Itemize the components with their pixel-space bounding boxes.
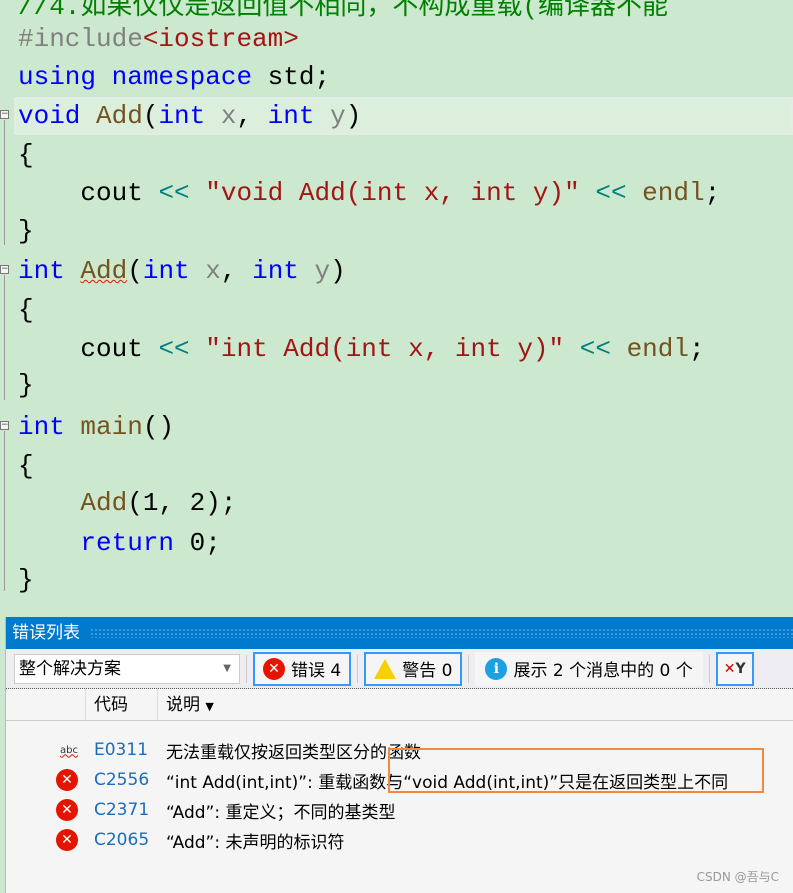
row-icon-cell: ✕ bbox=[6, 769, 86, 791]
code-line-return: return 0; bbox=[80, 528, 221, 558]
errors-label: 错误 4 bbox=[291, 661, 342, 681]
collapse-icon[interactable]: − bbox=[0, 265, 9, 274]
clear-filter-button[interactable]: ✕Y bbox=[715, 651, 754, 686]
row-icon-cell: ✕ bbox=[6, 799, 86, 821]
panel-title: 错误列表 bbox=[12, 623, 80, 643]
error-icon: ✕ bbox=[56, 799, 78, 821]
drag-grip[interactable] bbox=[90, 628, 793, 638]
watermark: CSDN @吾与C bbox=[696, 870, 779, 884]
collapse-icon[interactable]: − bbox=[0, 110, 9, 119]
fold-guide bbox=[4, 120, 5, 245]
code-line-cout1: cout << "void Add(int x, int y)" << endl… bbox=[18, 178, 721, 208]
code-line-main: int main() bbox=[18, 412, 175, 442]
code-line-using: using namespace std; bbox=[18, 62, 331, 92]
table-header: 代码 说明 ▼ bbox=[6, 689, 793, 721]
column-desc-label: 说明 bbox=[166, 695, 200, 715]
warnings-label: 警告 0 bbox=[402, 661, 453, 681]
error-code-link[interactable]: C2065 bbox=[86, 830, 158, 850]
code-line-void-add: void Add(int x, int y) bbox=[18, 101, 362, 131]
column-icon[interactable] bbox=[6, 689, 86, 720]
collapse-icon[interactable]: − bbox=[0, 421, 9, 430]
sort-down-icon: ▼ bbox=[205, 700, 214, 713]
code-brace: { bbox=[18, 451, 34, 481]
highlight-box bbox=[388, 748, 764, 793]
divider bbox=[357, 654, 359, 683]
code-editor[interactable]: //4.如果仅仅是返回值不相同，不构成重载(编译器不能 #include<ios… bbox=[0, 0, 793, 617]
code-line-int-add: int Add(int x, int y) bbox=[18, 256, 346, 286]
info-icon: i bbox=[485, 657, 508, 680]
code-brace: } bbox=[18, 216, 34, 246]
code-line-cout2: cout << "int Add(int x, int y)" << endl; bbox=[18, 334, 705, 364]
scope-dropdown[interactable]: 整个解决方案 ▼ bbox=[14, 653, 240, 684]
code-line-include: #include<iostream> bbox=[18, 24, 299, 54]
errors-filter-button[interactable]: ✕ 错误 4 bbox=[253, 651, 352, 686]
error-description: “Add”: 未声明的标识符 bbox=[166, 832, 345, 853]
warning-icon bbox=[374, 658, 397, 679]
filter-clear-icon: ✕Y bbox=[723, 660, 746, 677]
fold-guide bbox=[4, 275, 5, 400]
divider bbox=[708, 654, 710, 683]
divider bbox=[246, 654, 247, 683]
chevron-down-icon: ▼ bbox=[223, 662, 231, 674]
spell-squiggle-icon: abc bbox=[60, 744, 78, 756]
messages-filter-button[interactable]: i 展示 2 个消息中的 0 个 bbox=[475, 651, 703, 686]
code-line-call: Add(1, 2); bbox=[80, 488, 237, 518]
error-code-link[interactable]: C2556 bbox=[86, 770, 158, 790]
panel-title-bar[interactable]: 错误列表 bbox=[6, 617, 793, 649]
error-row[interactable]: ✕ C2065 “Add”: 未声明的标识符 bbox=[6, 825, 793, 855]
column-description[interactable]: 说明 ▼ bbox=[158, 689, 793, 720]
fold-guide bbox=[4, 431, 5, 591]
code-brace: { bbox=[18, 140, 34, 170]
error-description: “Add”: 重定义；不同的基类型 bbox=[166, 802, 396, 823]
row-icon-cell: abc bbox=[6, 745, 86, 756]
code-brace: } bbox=[18, 370, 34, 400]
error-icon: ✕ bbox=[56, 769, 78, 791]
divider bbox=[468, 654, 470, 683]
error-code-link[interactable]: E0311 bbox=[86, 740, 158, 760]
error-icon: ✕ bbox=[56, 829, 78, 851]
error-code-link[interactable]: C2371 bbox=[86, 800, 158, 820]
column-code[interactable]: 代码 bbox=[86, 689, 158, 720]
warnings-filter-button[interactable]: 警告 0 bbox=[364, 651, 463, 686]
code-brace: { bbox=[18, 295, 34, 325]
error-list-toolbar: 整个解决方案 ▼ ✕ 错误 4 警告 0 i 展示 2 个消息中的 0 个 ✕Y bbox=[6, 649, 793, 689]
scope-value: 整个解决方案 bbox=[19, 658, 121, 679]
error-row[interactable]: ✕ C2371 “Add”: 重定义；不同的基类型 bbox=[6, 795, 793, 825]
error-icon: ✕ bbox=[263, 657, 285, 680]
messages-label: 展示 2 个消息中的 0 个 bbox=[513, 661, 693, 681]
code-brace: } bbox=[18, 565, 34, 595]
row-icon-cell: ✕ bbox=[6, 829, 86, 851]
